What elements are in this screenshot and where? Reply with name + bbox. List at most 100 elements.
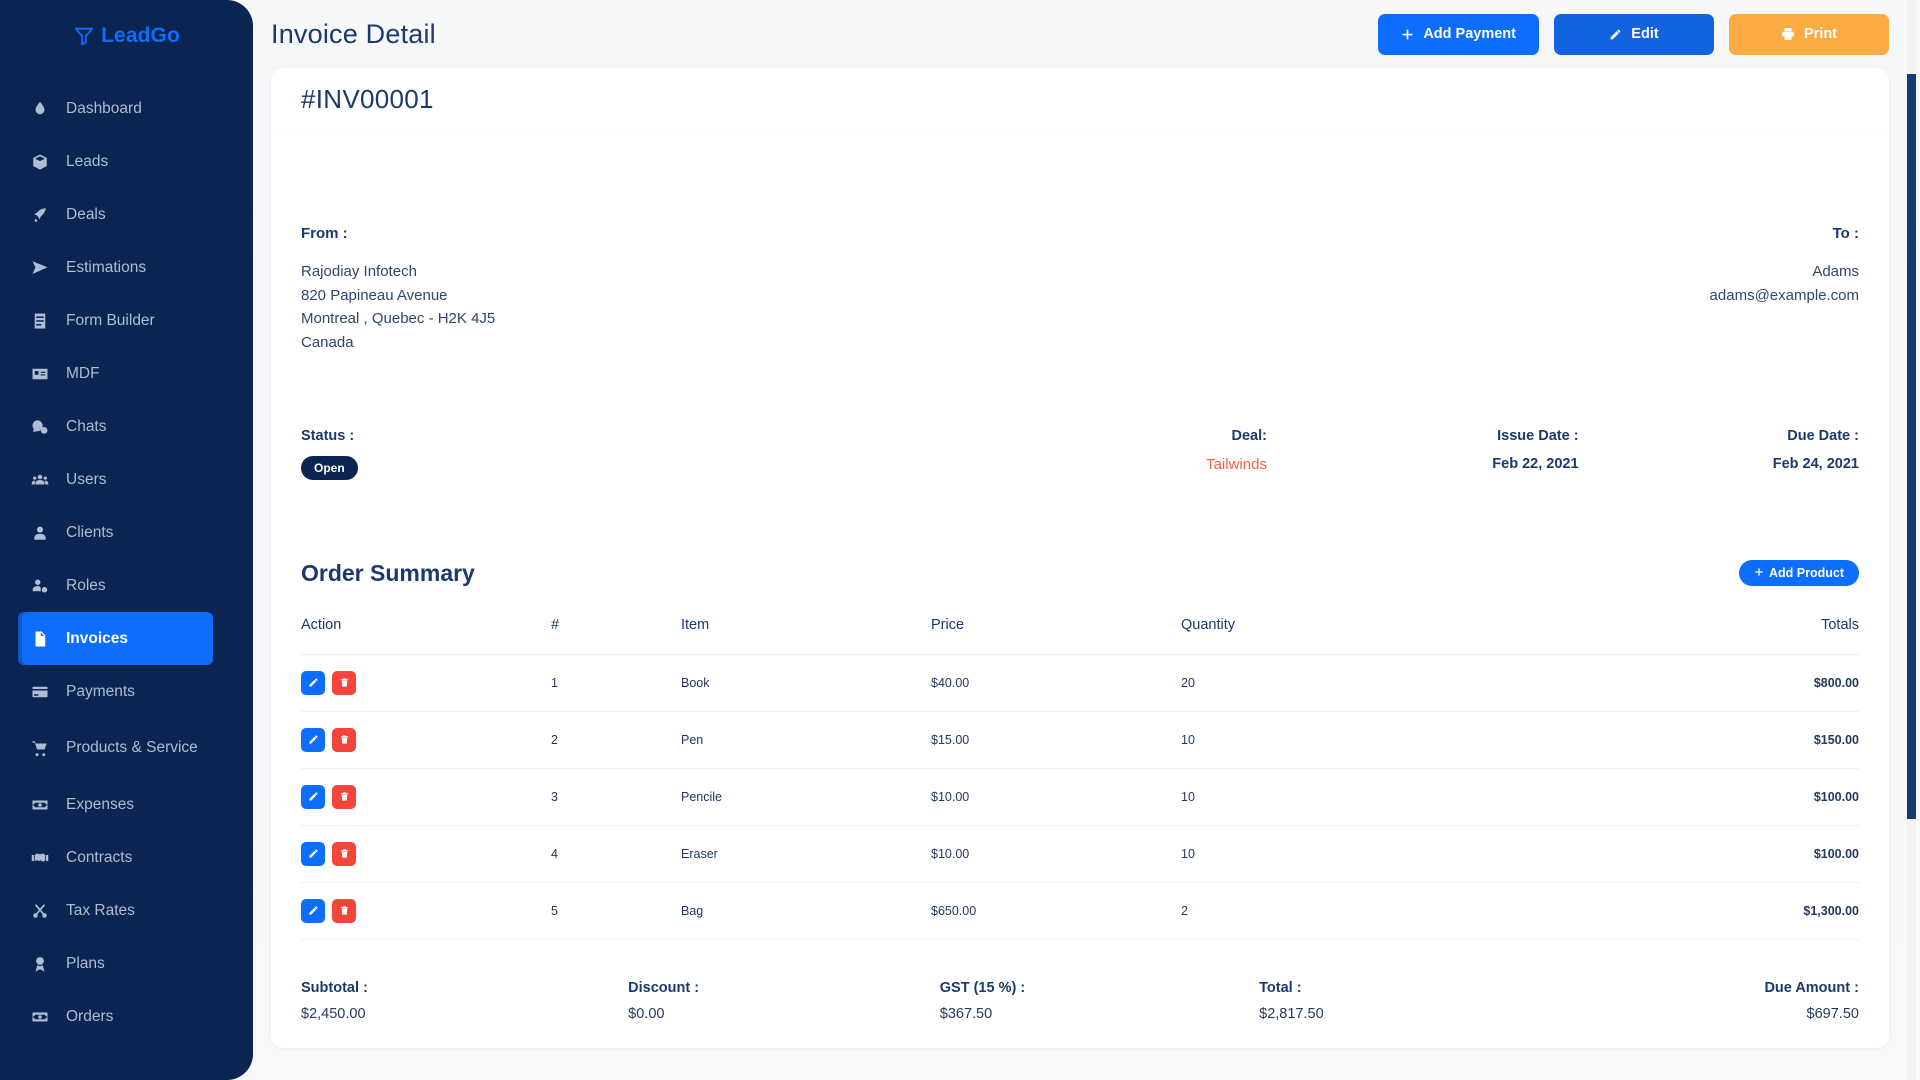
row-total: $100.00 <box>1515 768 1859 826</box>
row-quantity: 2 <box>1181 882 1516 940</box>
sidebar-item-mdf[interactable]: MDF <box>18 347 213 400</box>
pencil-icon <box>308 905 319 916</box>
column-header-price: Price <box>931 610 1181 655</box>
deal-link[interactable]: Tailwinds <box>955 456 1267 473</box>
sidebar-item-clients[interactable]: Clients <box>18 506 213 559</box>
edit-button[interactable]: Edit <box>1554 13 1714 55</box>
sidebar-item-label: Chats <box>66 417 107 435</box>
page-scrollbar-thumb[interactable] <box>1907 74 1916 819</box>
delete-row-button[interactable] <box>332 727 356 752</box>
edit-row-button[interactable] <box>301 898 325 923</box>
plus-icon <box>1401 28 1414 41</box>
row-actions <box>301 825 551 883</box>
row-actions <box>301 882 551 940</box>
row-price: $40.00 <box>931 654 1181 712</box>
order-items-table: Action # Item Price Quantity Totals 1 Bo… <box>301 610 1859 940</box>
issue-date-value: Feb 22, 2021 <box>1492 455 1579 472</box>
users-icon <box>30 470 49 489</box>
add-payment-label: Add Payment <box>1423 26 1516 42</box>
row-price: $10.00 <box>931 825 1181 883</box>
to-label: To : <box>1832 225 1859 242</box>
sidebar-item-label: Orders <box>66 1007 114 1025</box>
print-button[interactable]: Print <box>1729 13 1889 55</box>
address-row: From : Rajodiay Infotech 820 Papineau Av… <box>301 130 1859 355</box>
money-icon <box>30 1007 49 1026</box>
form-icon <box>30 311 49 330</box>
add-product-button[interactable]: Add Product <box>1739 560 1859 587</box>
edit-row-button[interactable] <box>301 727 325 752</box>
invoice-number-card: #INV00001 <box>271 68 1889 130</box>
to-line: Adams <box>1812 263 1859 280</box>
order-summary-header: Order Summary Add Product <box>301 480 1859 597</box>
gst-block: GST (15 %) : $367.50 <box>940 980 1259 1022</box>
row-total: $150.00 <box>1515 711 1859 769</box>
sidebar-item-orders[interactable]: Orders <box>18 990 213 1043</box>
delete-row-button[interactable] <box>332 898 356 923</box>
sidebar-item-leads[interactable]: Leads <box>18 135 213 188</box>
sidebar-item-products-service[interactable]: Products & Service <box>18 718 213 778</box>
user-gear-icon <box>30 576 49 595</box>
sidebar-item-plans[interactable]: Plans <box>18 937 213 990</box>
total-value: $2,817.50 <box>1259 1005 1324 1022</box>
sidebar-item-label: Deals <box>66 205 106 223</box>
user-icon <box>30 523 49 542</box>
due-date-label: Due Date : <box>1787 427 1859 444</box>
row-number: 4 <box>551 825 681 883</box>
sidebar-item-form-builder[interactable]: Form Builder <box>18 294 213 347</box>
row-total: $1,300.00 <box>1515 882 1859 940</box>
edit-row-button[interactable] <box>301 841 325 866</box>
card-icon <box>30 364 49 383</box>
sidebar-item-users[interactable]: Users <box>18 453 213 506</box>
row-price: $10.00 <box>931 768 1181 826</box>
gst-label: GST (15 %) : <box>939 979 1026 996</box>
sidebar-item-deals[interactable]: Deals <box>18 188 213 241</box>
sidebar: LeadGo Dashboard Leads Deals Estimations… <box>0 0 253 1080</box>
row-number: 5 <box>551 882 681 940</box>
add-product-label: Add Product <box>1769 566 1844 581</box>
main-content: Invoice Detail Add Payment Edit Print #I… <box>253 0 1920 1080</box>
delete-row-button[interactable] <box>332 784 356 809</box>
row-item: Pen <box>681 711 931 769</box>
sidebar-item-tax-rates[interactable]: Tax Rates <box>18 884 213 937</box>
pencil-icon <box>308 677 319 688</box>
row-actions <box>301 654 551 712</box>
sidebar-item-chats[interactable]: Chats <box>18 400 213 453</box>
sidebar-item-label: Tax Rates <box>66 901 135 919</box>
trash-icon <box>339 677 350 688</box>
sidebar-item-invoices[interactable]: Invoices <box>18 612 213 665</box>
sidebar-item-dashboard[interactable]: Dashboard <box>18 82 213 135</box>
from-line: Montreal , Quebec - H2K 4J5 <box>301 310 496 328</box>
edit-row-button[interactable] <box>301 784 325 809</box>
send-icon <box>30 258 49 277</box>
sidebar-item-contracts[interactable]: Contracts <box>18 831 213 884</box>
sidebar-item-estimations[interactable]: Estimations <box>18 241 213 294</box>
brand-name: LeadGo <box>101 24 180 47</box>
trash-icon <box>339 791 350 802</box>
delete-row-button[interactable] <box>332 841 356 866</box>
invoice-number: #INV00001 <box>301 83 434 114</box>
status-block: Status : Open <box>301 428 955 480</box>
sidebar-item-label: Users <box>66 470 107 488</box>
table-row: 3 Pencile $10.00 10 $100.00 <box>301 768 1859 826</box>
chat-icon <box>30 417 49 436</box>
subtotal-label: Subtotal : <box>301 979 368 996</box>
edit-row-button[interactable] <box>301 670 325 695</box>
print-label: Print <box>1803 26 1838 42</box>
add-payment-button[interactable]: Add Payment <box>1378 13 1539 55</box>
sidebar-item-label: MDF <box>66 364 100 382</box>
row-number: 2 <box>551 711 681 769</box>
address-to: To : Adams adams@example.com <box>1710 225 1859 355</box>
address-from: From : Rajodiay Infotech 820 Papineau Av… <box>301 225 495 355</box>
delete-row-button[interactable] <box>332 670 356 695</box>
table-row: 1 Book $40.00 20 $800.00 <box>301 654 1859 712</box>
total-label: Total : <box>1259 979 1302 996</box>
invoice-icon <box>30 629 49 648</box>
table-header-row: Action # Item Price Quantity Totals <box>301 610 1859 655</box>
sidebar-item-payments[interactable]: Payments <box>18 665 213 718</box>
droplet-icon <box>30 99 49 118</box>
sidebar-item-roles[interactable]: Roles <box>18 559 213 612</box>
column-header-action: Action <box>301 610 551 655</box>
sidebar-item-label: Clients <box>66 523 114 541</box>
sidebar-item-expenses[interactable]: Expenses <box>18 778 213 831</box>
brand-logo[interactable]: LeadGo <box>0 0 253 72</box>
